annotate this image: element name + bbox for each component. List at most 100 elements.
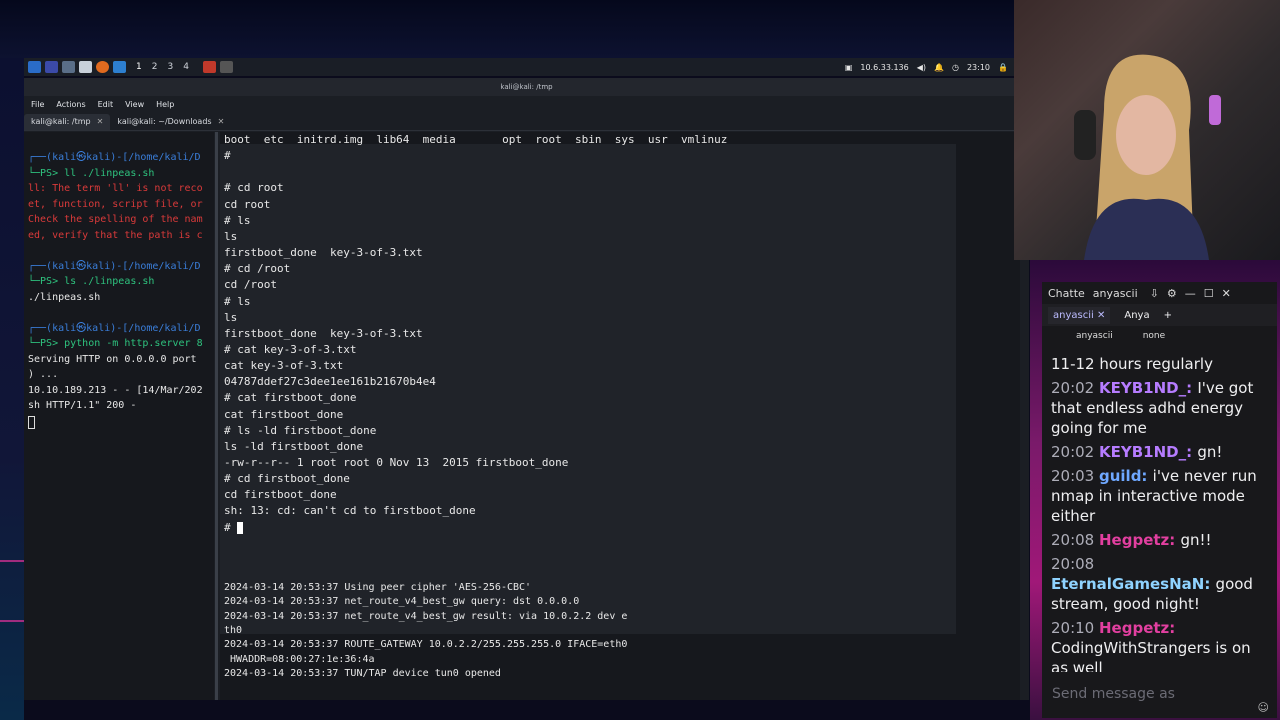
firefox-icon[interactable] [96,61,109,73]
shell-line: cat key-3-of-3.txt [224,359,344,373]
menu-help[interactable]: Help [156,100,174,109]
tab-bar: kali@kali: /tmp ✕ kali@kali: ~/Downloads ✕ [24,112,1029,131]
window-title: kali@kali: /tmp [24,78,1029,96]
shell-line: # ls -ld firstboot_done [224,423,377,437]
chat-tab-anya[interactable]: Anya [1124,310,1149,321]
pane-splitter[interactable] [215,132,218,700]
workspace-2[interactable]: 2 [152,62,158,72]
shell-line: boot etc initrd.img lib64 media opt root… [224,133,728,146]
shell-line: cat firstboot_done [224,407,344,421]
gear-icon[interactable]: ⚙ [1167,287,1177,300]
terminal-line: Serving HTTP on 0.0.0.0 port [28,353,197,365]
workspace-1[interactable]: 1 [136,62,142,72]
lock-icon[interactable]: 🔒 [998,63,1008,72]
chat-username[interactable]: Hegpetz: [1099,531,1181,549]
terminal-line: └─PS> ll ./linpeas.sh [28,167,155,179]
chat-username[interactable]: KEYB1ND_: [1099,443,1197,461]
tab-tmp[interactable]: kali@kali: /tmp ✕ [24,114,111,130]
shell-line: -rw-r--r-- 1 root root 0 Nov 13 2015 fir… [224,456,569,469]
terminal-line: ll: The term 'll' is not reco [28,183,203,194]
chat-time: 20:03 [1051,467,1099,485]
menu-bar: File Actions Edit View Help [24,96,1029,112]
shell-line: 04787ddef27c3dee1ee161b21670b4e4 [224,375,436,389]
chat-titlebar: Chatte anyascii ⇩ ⚙ — ☐ ✕ [1042,282,1277,304]
shell-line: # ls [224,294,251,308]
chat-message: 11-12 hours regularly [1042,352,1267,376]
terminal-line: └─PS> python -m http.server 8 [28,338,203,349]
shell-line: ls [224,229,238,243]
shell-line: ls [224,310,238,324]
chat-message: 20:08 EternalGamesNaN: good stream, good… [1042,552,1267,616]
emote-icon[interactable]: ☺ [1258,701,1269,714]
kali-menu-icon[interactable] [28,61,41,73]
chat-tab-label: anyascii [1053,309,1094,321]
shell-line: # cat key-3-of-3.txt [224,342,357,356]
shell-line: # cd root [224,181,284,195]
chat-sub-user: anyascii [1076,331,1113,341]
chat-text: 11-12 hours regularly [1051,355,1213,373]
chat-username[interactable]: Hegpetz: [1099,619,1175,637]
maximize-icon[interactable]: ☐ [1204,287,1214,300]
shell-line: ls -ld firstboot_done [224,439,364,453]
chat-username[interactable]: guild: [1099,467,1153,485]
download-icon[interactable]: ⇩ [1150,287,1159,300]
app-running-icon[interactable] [202,61,216,73]
close-icon[interactable]: ✕ [1097,310,1105,321]
text-editor-icon[interactable] [79,61,92,73]
files-icon[interactable] [62,61,75,73]
chat-time: 20:02 [1051,379,1099,397]
notification-icon[interactable]: 🔔 [934,63,944,72]
close-icon[interactable]: ✕ [218,117,225,126]
terminal-cursor [28,415,35,429]
vpn-log-line: 2024-03-14 20:53:37 TUN/TAP device tun0 … [224,667,501,679]
workspace-3[interactable]: 3 [167,62,173,72]
chat-text: gn!! [1180,531,1212,549]
chat-username[interactable]: EternalGamesNaN: [1051,575,1216,593]
chat-tab-anyascii[interactable]: anyascii ✕ [1048,306,1111,324]
vpn-log-line: 2024-03-14 20:53:37 net_route_v4_best_gw… [224,610,628,622]
terminal-pane-right[interactable]: boot etc initrd.img lib64 media opt root… [220,132,1020,700]
terminal-line: sh HTTP/1.1" 200 - [28,400,137,411]
chat-input[interactable]: Send message as [1048,682,1274,706]
chat-message: 20:02 KEYB1ND_: I've got that endless ad… [1042,376,1267,440]
chat-time: 20:02 [1051,443,1099,461]
close-icon[interactable]: ✕ [1222,287,1231,300]
shell-line: # cd firstboot_done [224,472,350,486]
tab-downloads[interactable]: kali@kali: ~/Downloads ✕ [110,114,231,130]
menu-view[interactable]: View [125,100,144,109]
terminal-running-icon[interactable] [219,61,233,73]
menu-edit[interactable]: Edit [98,100,114,109]
terminal-line: 10.10.189.213 - - [14/Mar/202 [28,384,203,396]
menu-file[interactable]: File [31,100,44,109]
desktop-icon[interactable] [45,61,58,73]
minimize-icon[interactable]: — [1185,287,1196,300]
clock-icon: ◷ [951,62,959,72]
chat-username[interactable]: KEYB1ND_: [1099,379,1197,397]
chat-tabs: anyascii ✕ Anya + [1042,304,1277,326]
chat-messages: 11-12 hours regularly 20:02 KEYB1ND_: I'v… [1042,352,1267,672]
volume-icon[interactable]: ◀) [917,63,926,72]
terminal-window: kali@kali: /tmp File Actions Edit View H… [24,78,1029,700]
neon-line [0,560,24,562]
workspace-4[interactable]: 4 [183,62,189,72]
close-icon[interactable]: ✕ [97,117,104,126]
desktop-panel: 1 2 3 4 ▣ 10.6.33.136 ◀) 🔔 ◷ 23:10 🔒 [24,58,1014,76]
shell-line: # ls [224,213,251,227]
streamer-image [1074,54,1209,260]
chat-channel: anyascii [1092,286,1138,300]
display-icon[interactable]: ▣ [845,63,853,72]
webcam-feed [1014,0,1280,260]
tab-label: kali@kali: /tmp [31,117,91,126]
neon-line [0,620,24,622]
purple-light [1209,95,1221,125]
chat-text: CodingWithStrangers is on as well [1051,639,1251,672]
chat-title: Chatte [1048,286,1085,300]
menu-actions[interactable]: Actions [56,100,85,109]
shell-line: firstboot_done key-3-of-3.txt [224,246,423,260]
terminal-line: ed, verify that the path is c [28,229,203,241]
chat-message: 20:03 guild: i've never run nmap in inte… [1042,464,1267,528]
terminal-app-icon[interactable] [113,61,126,73]
terminal-pane-left[interactable]: ┌──(kali㉿kali)-[/home/kali/D └─PS> ll ./l… [24,132,214,700]
chat-subheader: anyascii none [1042,326,1277,346]
add-tab-icon[interactable]: + [1164,310,1172,321]
